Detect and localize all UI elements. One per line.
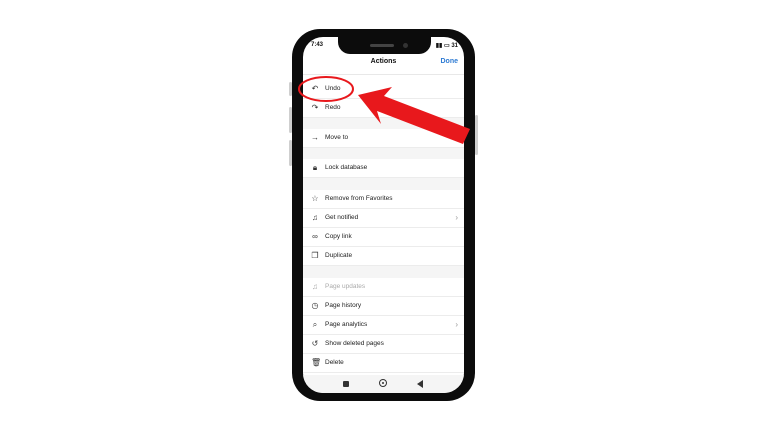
- red-arrow-icon: [358, 87, 470, 144]
- highlight-ellipse: [298, 76, 354, 102]
- annotation-overlay: [298, 76, 470, 144]
